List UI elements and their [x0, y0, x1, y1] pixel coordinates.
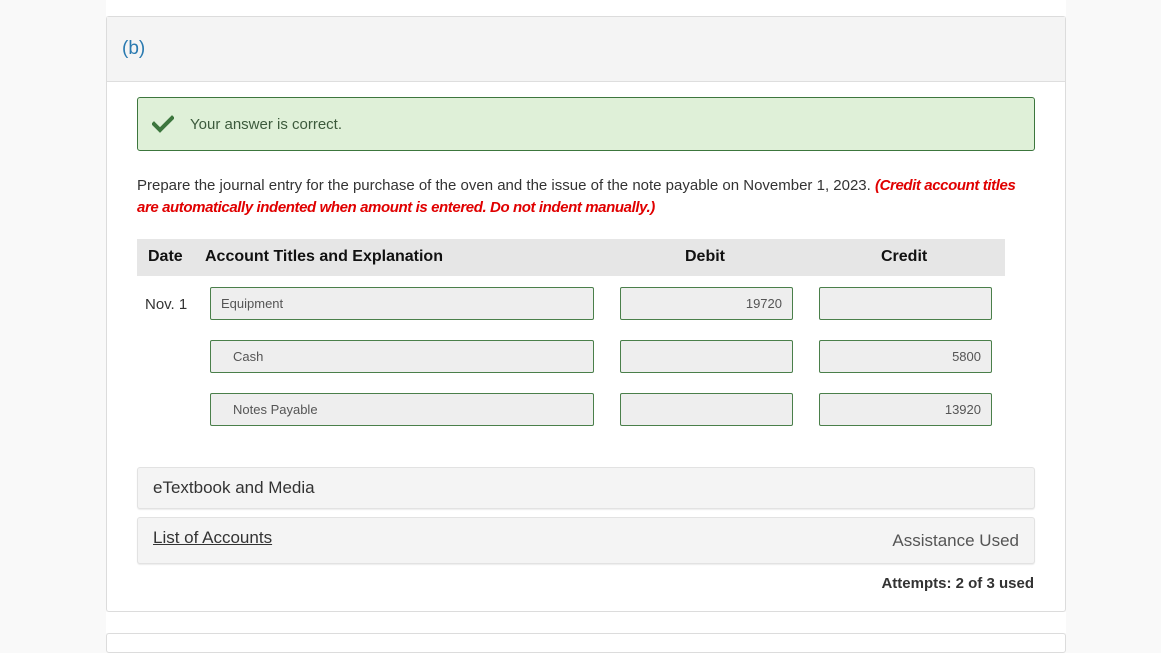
- instructions-text: Prepare the journal entry for the purcha…: [137, 177, 871, 194]
- credit-field[interactable]: 13920: [819, 393, 992, 426]
- part-header: (b): [107, 17, 1065, 82]
- list-of-accounts-link[interactable]: List of Accounts: [153, 528, 272, 548]
- etextbook-media-label[interactable]: eTextbook and Media: [153, 478, 315, 498]
- success-banner: Your answer is correct.: [137, 97, 1035, 151]
- account-title-field[interactable]: Equipment: [210, 287, 594, 320]
- next-question-part-card: [106, 633, 1066, 653]
- credit-field[interactable]: 5800: [819, 340, 992, 373]
- account-title-field[interactable]: Notes Payable: [210, 393, 594, 426]
- credit-field[interactable]: [819, 287, 992, 320]
- header-date: Date: [148, 248, 183, 265]
- question-part-card: (b) Your answer is correct. Prepare the …: [106, 16, 1066, 612]
- header-credit: Credit: [881, 248, 928, 265]
- attempts-counter: Attempts: 2 of 3 used: [881, 575, 1034, 592]
- debit-field[interactable]: 19720: [620, 287, 793, 320]
- journal-table-header: Date Account Titles and Explanation Debi…: [137, 239, 1005, 276]
- question-instructions: Prepare the journal entry for the purcha…: [137, 175, 1017, 219]
- page-background: [106, 612, 1066, 633]
- success-message: Your answer is correct.: [190, 115, 343, 133]
- page-background: [106, 0, 1066, 16]
- part-label: (b): [122, 38, 146, 59]
- etextbook-media-panel[interactable]: eTextbook and Media: [137, 467, 1035, 509]
- debit-field[interactable]: [620, 393, 793, 426]
- row-date: Nov. 1: [145, 296, 188, 313]
- header-debit: Debit: [685, 248, 725, 265]
- account-title-field[interactable]: Cash: [210, 340, 594, 373]
- checkmark-icon: [152, 115, 174, 133]
- header-account: Account Titles and Explanation: [205, 248, 443, 265]
- assistance-used-label: Assistance Used: [892, 531, 1019, 550]
- list-of-accounts-panel: List of Accounts Assistance Used: [137, 517, 1035, 564]
- debit-field[interactable]: [620, 340, 793, 373]
